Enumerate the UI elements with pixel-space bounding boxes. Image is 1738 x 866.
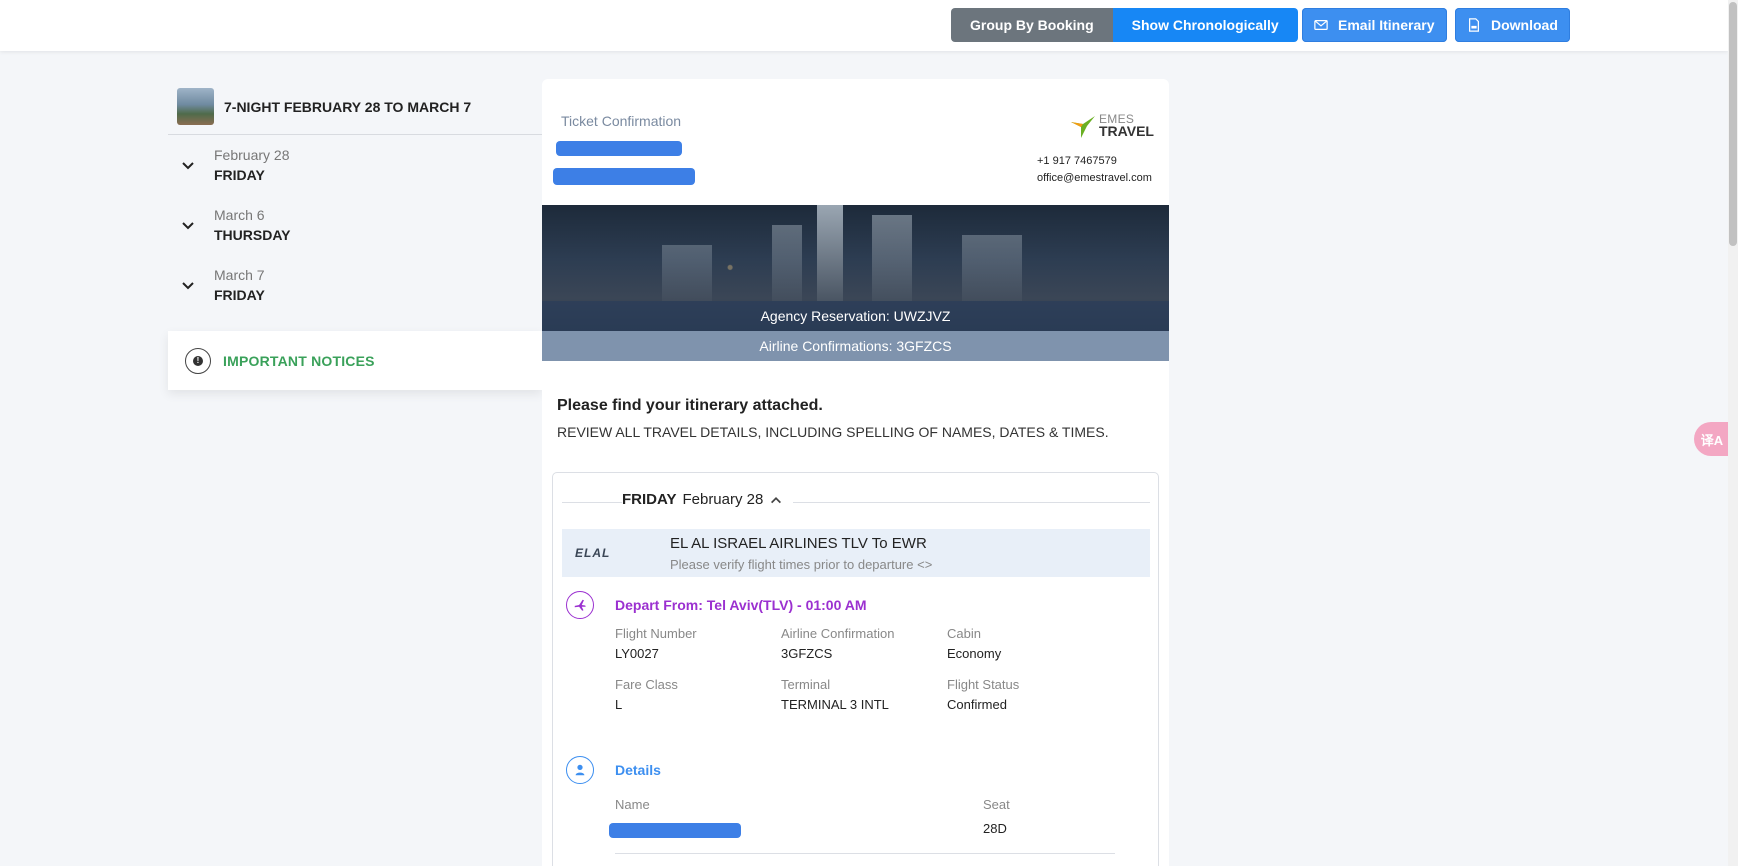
airline-note: Please verify flight times prior to depa…	[670, 557, 933, 572]
show-chronologically-button[interactable]: Show Chronologically	[1112, 8, 1298, 42]
elal-logo: ELAL	[575, 546, 611, 560]
field-value-flight-number: LY0027	[615, 646, 659, 661]
seat-label: Seat	[983, 797, 1010, 812]
intro-title: Please find your itinerary attached.	[557, 397, 823, 414]
passenger-name-label: Name	[615, 797, 650, 812]
day-panel-date: February 28	[682, 491, 764, 508]
redacted-text	[556, 141, 682, 156]
sidebar-day-item[interactable]: March 7 FRIDAY	[168, 255, 542, 315]
ticket-confirmation-label: Ticket Confirmation	[561, 113, 682, 129]
day-weekday: FRIDAY	[214, 167, 265, 183]
flight-summary-bar: ELAL EL AL ISRAEL AIRLINES TLV To EWR Pl…	[562, 529, 1150, 577]
field-value-flight-status: Confirmed	[947, 697, 1007, 712]
email-itinerary-button[interactable]: Email Itinerary	[1302, 8, 1447, 42]
trip-header: 7-NIGHT FEBRUARY 28 TO MARCH 7	[168, 79, 542, 135]
depart-title: Depart From: Tel Aviv(TLV) - 01:00 AM	[615, 597, 867, 613]
day-date: March 7	[214, 267, 265, 283]
download-button[interactable]: Download	[1455, 8, 1570, 42]
important-notices-link[interactable]: ! IMPORTANT NOTICES	[168, 331, 542, 390]
agency-phone: +1 917 7467579	[1037, 155, 1117, 167]
divider	[615, 853, 1115, 854]
group-by-booking-button[interactable]: Group By Booking	[951, 8, 1113, 42]
view-mode-toggle: Group By Booking Show Chronologically	[951, 8, 1298, 42]
field-label-flight-status: Flight Status	[947, 677, 1020, 692]
agency-reservation: Agency Reservation: UWZJVZ	[542, 301, 1169, 331]
details-title: Details	[615, 762, 661, 778]
trip-title: 7-NIGHT FEBRUARY 28 TO MARCH 7	[224, 98, 472, 115]
city-hero-image: Agency Reservation: UWZJVZ Airline Confi…	[542, 205, 1169, 361]
envelope-icon	[1314, 20, 1328, 30]
itinerary-card: Ticket Confirmation EMES TRAVEL +1 917 7…	[542, 79, 1169, 866]
info-icon: !	[185, 347, 211, 374]
field-label-flight-number: Flight Number	[615, 626, 697, 641]
day-weekday: FRIDAY	[214, 287, 265, 303]
sidebar-day-item[interactable]: March 6 THURSDAY	[168, 195, 542, 255]
logo-text-travel: TRAVEL	[1099, 123, 1154, 139]
agency-email: office@emestravel.com	[1037, 172, 1152, 184]
airline-title: EL AL ISRAEL AIRLINES TLV To EWR	[670, 535, 927, 552]
field-value-fare-class: L	[615, 697, 623, 712]
airline-confirmations: Airline Confirmations: 3GFZCS	[542, 331, 1169, 361]
translate-icon[interactable]: 译A	[1694, 422, 1730, 456]
download-label: Download	[1491, 17, 1558, 33]
day-date: February 28	[214, 147, 290, 163]
chevron-up-icon	[771, 496, 782, 503]
sidebar-day-item[interactable]: February 28 FRIDAY	[168, 135, 542, 195]
trip-thumbnail	[177, 88, 214, 125]
chevron-down-icon	[182, 222, 194, 230]
day-date: March 6	[214, 207, 265, 223]
airplane-icon	[566, 591, 594, 619]
top-toolbar: Group By Booking Show Chronologically Em…	[0, 0, 1728, 51]
seat-value: 28D	[983, 821, 1007, 836]
important-notices-label: IMPORTANT NOTICES	[223, 352, 375, 369]
field-label-fare-class: Fare Class	[615, 677, 678, 692]
person-icon	[566, 756, 594, 784]
chevron-down-icon	[182, 282, 194, 290]
redacted-text	[553, 168, 695, 185]
field-value-terminal: TERMINAL 3 INTL	[781, 697, 889, 712]
day-panel-weekday: FRIDAY	[622, 491, 677, 508]
scrollbar-thumb[interactable]	[1729, 2, 1737, 246]
card-header: Ticket Confirmation EMES TRAVEL +1 917 7…	[542, 79, 1169, 205]
field-label-terminal: Terminal	[781, 677, 831, 692]
redacted-passenger-name	[609, 823, 741, 838]
itinerary-sidebar: 7-NIGHT FEBRUARY 28 TO MARCH 7 February …	[168, 79, 542, 315]
field-label-airline-confirmation: Airline Confirmation	[781, 626, 895, 641]
field-value-airline-confirmation: 3GFZCS	[781, 646, 833, 661]
field-value-cabin: Economy	[947, 646, 1002, 661]
email-itinerary-label: Email Itinerary	[1338, 17, 1435, 33]
pdf-file-icon	[1469, 18, 1479, 32]
emes-travel-logo: EMES TRAVEL	[1069, 112, 1154, 140]
agency-contact: +1 917 7467579 office@emestravel.com	[1037, 153, 1152, 187]
bird-logo-icon	[1071, 116, 1095, 138]
day-weekday: THURSDAY	[214, 227, 291, 243]
day-panel: FRIDAY February 28 ELAL EL AL ISRAEL AIR…	[552, 472, 1159, 866]
chevron-down-icon	[182, 162, 194, 170]
day-panel-header[interactable]: FRIDAY February 28	[622, 491, 783, 508]
field-label-cabin: Cabin	[947, 626, 981, 641]
intro-subtitle: REVIEW ALL TRAVEL DETAILS, INCLUDING SPE…	[557, 424, 1109, 440]
